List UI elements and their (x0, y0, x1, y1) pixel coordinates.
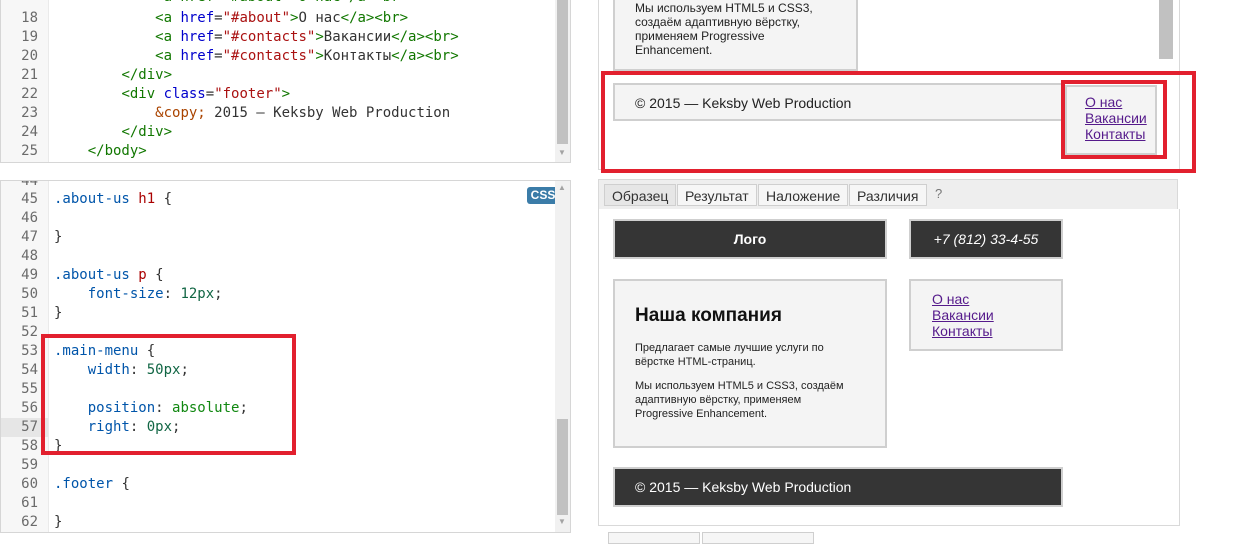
code-line: </body> (87, 143, 147, 159)
html-editor-scroll-thumb[interactable] (557, 0, 568, 144)
line-number: 59 (21, 457, 38, 473)
line-number: 18 (21, 10, 38, 26)
line-number: 56 (21, 400, 38, 416)
code-line: </div> (121, 67, 173, 83)
line-number: 54 (21, 362, 38, 378)
line-number: 51 (21, 305, 38, 321)
menu-link-about[interactable]: О нас (932, 291, 1040, 307)
line-number: 22 (21, 86, 38, 102)
html-editor[interactable]: <a href="#about">О нас</a><br> 18 <a href… (0, 0, 571, 163)
line-number: 21 (21, 67, 38, 83)
code-line-partial: <a href="#about">О нас</a><br> (54, 0, 408, 7)
code-line: } (54, 305, 63, 321)
code-line: font-size: 12px; (87, 286, 223, 302)
line-number: 62 (21, 514, 38, 530)
code-line: <a href="#contacts">Вакансии</a><br> (155, 29, 459, 45)
scroll-down-arrow-icon[interactable]: ▼ (558, 148, 566, 157)
line-number: 26 (1, 161, 38, 162)
code-line: .about-us p { (54, 267, 164, 283)
line-number: 23 (21, 105, 38, 121)
line-number: 24 (21, 124, 38, 140)
tab-sample[interactable]: Образец (604, 184, 676, 206)
sample-preview: Лого +7 (812) 33-4-55 Наша компания Пред… (598, 209, 1180, 526)
scroll-up-arrow-icon[interactable]: ▲ (558, 183, 566, 192)
result-scrollbar[interactable] (1159, 0, 1173, 59)
code-line: .about-us h1 { (54, 191, 173, 207)
bottom-partial-tab[interactable] (702, 532, 814, 544)
tab-diff[interactable]: Различия (849, 184, 927, 206)
line-number: 60 (21, 476, 38, 492)
menu-link-vacancies[interactable]: Вакансии (932, 307, 1040, 323)
sample-main-menu: О нас Вакансии Контакты (909, 279, 1063, 351)
line-number: 50 (21, 286, 38, 302)
code-line: <a href="#about">О нас</a><br> (155, 10, 409, 26)
about-partial-text: Мы используем HTML5 и CSS3, создаём адап… (635, 1, 813, 57)
line-number: 49 (21, 267, 38, 283)
tab-result[interactable]: Результат (677, 184, 757, 206)
main-menu-css-highlight (41, 334, 296, 455)
phone-block: +7 (812) 33-4-55 (909, 219, 1063, 259)
code-line: <div class="footer"> (121, 86, 291, 102)
line-number: 61 (21, 495, 38, 511)
logo-block: Лого (613, 219, 887, 259)
line-number: 19 (21, 29, 38, 45)
code-line: &copy; 2015 — Keksby Web Production (155, 105, 451, 121)
bottom-partial-tab[interactable] (608, 532, 700, 544)
code-line: </html> (54, 161, 113, 162)
code-line: <a href="#contacts">Контакты</a><br> (155, 48, 459, 64)
company-para-1: Предлагает самые лучшие услуги по вёрстк… (635, 342, 824, 368)
line-number: 58 (21, 438, 38, 454)
line-number: 20 (21, 48, 38, 64)
about-block-partial: Мы используем HTML5 и CSS3, создаём адап… (613, 0, 858, 71)
css-editor-scroll-thumb[interactable] (557, 419, 568, 515)
help-icon[interactable]: ? (935, 186, 942, 201)
code-line: .footer { (54, 476, 130, 492)
line-number: 45 (21, 191, 38, 207)
menu-result-highlight (1061, 80, 1167, 159)
css-editor-scrollbar[interactable]: ▲ ▼ (555, 181, 570, 532)
sample-footer: © 2015 — Keksby Web Production (613, 467, 1063, 507)
company-para-2: Мы используем HTML5 и CSS3, создаём адап… (635, 380, 844, 420)
code-line: } (54, 229, 63, 245)
line-number: 55 (21, 381, 38, 397)
company-block: Наша компания Предлагает самые лучшие ус… (613, 279, 887, 448)
html-editor-scrollbar[interactable]: ▼ (555, 0, 570, 162)
code-line: </div> (121, 124, 173, 140)
line-number: 48 (21, 248, 38, 264)
line-number: 25 (21, 143, 38, 159)
tab-overlay[interactable]: Наложение (758, 184, 848, 206)
code-line: } (54, 514, 63, 530)
scroll-down-arrow-icon[interactable]: ▼ (558, 517, 566, 526)
company-title: Наша компания (635, 305, 782, 326)
line-number: 52 (21, 324, 38, 340)
menu-link-contacts[interactable]: Контакты (932, 323, 1040, 339)
line-number: 47 (21, 229, 38, 245)
line-number: 53 (21, 343, 38, 359)
line-number: 46 (21, 210, 38, 226)
